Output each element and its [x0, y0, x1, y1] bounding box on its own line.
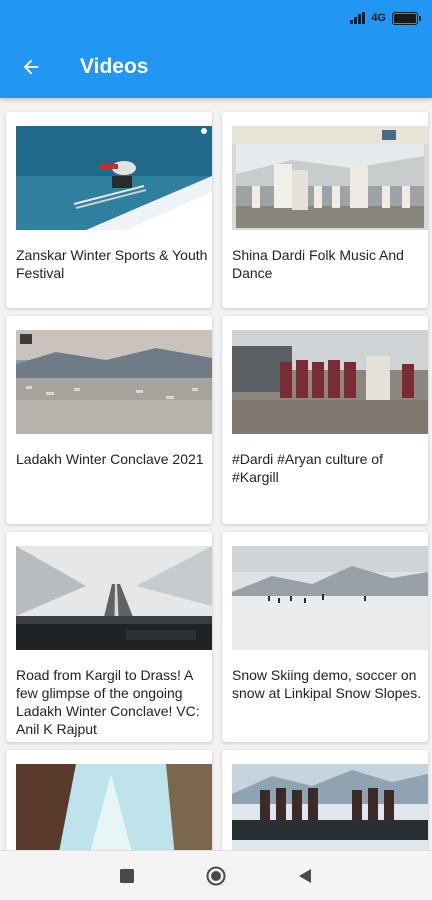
video-card[interactable]: Shina Dardi Folk Music And Dance [222, 112, 428, 308]
recents-button[interactable] [114, 863, 140, 889]
video-thumbnail[interactable] [232, 330, 428, 434]
video-card[interactable]: Snow Skiing demo, soccer on snow at Link… [222, 532, 428, 742]
battery-level [394, 13, 416, 23]
video-title: Shina Dardi Folk Music And Dance [232, 247, 404, 281]
home-button[interactable] [203, 863, 229, 889]
video-card[interactable] [222, 750, 428, 850]
signal-icon [350, 12, 366, 24]
thumbnail-image [16, 126, 212, 230]
video-title: Zanskar Winter Sports & Youth Festival [16, 247, 208, 281]
video-title: Snow Skiing demo, soccer on snow at Link… [232, 667, 422, 701]
video-thumbnail[interactable] [16, 330, 212, 434]
page-title: Videos [80, 55, 149, 78]
circle-icon [206, 866, 226, 886]
status-bar: 4G [0, 0, 432, 36]
thumbnail-image [16, 546, 212, 650]
video-thumbnail[interactable] [232, 764, 428, 850]
video-thumbnail[interactable] [16, 126, 212, 230]
thumbnail-image [232, 330, 428, 434]
video-thumbnail[interactable] [232, 546, 428, 650]
video-card[interactable]: Road from Kargil to Drass! A few glimpse… [6, 532, 212, 742]
status-indicators: 4G [350, 9, 421, 27]
back-button[interactable] [14, 50, 48, 84]
video-thumbnail[interactable] [16, 764, 212, 850]
network-type: 4G [371, 12, 386, 24]
video-thumbnail[interactable] [232, 126, 428, 230]
thumbnail-image [16, 330, 212, 434]
nav-back-button[interactable] [292, 863, 318, 889]
thumbnail-image [16, 764, 212, 850]
video-grid: Zanskar Winter Sports & Youth Festival S… [0, 98, 432, 850]
triangle-back-icon [299, 869, 311, 883]
video-thumbnail[interactable] [16, 546, 212, 650]
video-card[interactable]: Ladakh Winter Conclave 2021 [6, 316, 212, 524]
arrow-left-icon [23, 59, 39, 75]
video-card[interactable] [6, 750, 212, 850]
thumbnail-image [232, 546, 428, 650]
video-title: Ladakh Winter Conclave 2021 [16, 451, 204, 467]
video-title: #Dardi #Aryan culture of #Kargill [232, 451, 383, 485]
video-card[interactable]: Zanskar Winter Sports & Youth Festival [6, 112, 212, 308]
system-nav-bar [0, 850, 432, 900]
app-bar: Videos [0, 36, 432, 98]
video-card[interactable]: #Dardi #Aryan culture of #Kargill [222, 316, 428, 524]
thumbnail-image [232, 764, 428, 850]
battery-icon [392, 11, 421, 25]
thumbnail-image [232, 126, 428, 230]
square-icon [120, 869, 134, 883]
video-title: Road from Kargil to Drass! A few glimpse… [16, 667, 200, 737]
